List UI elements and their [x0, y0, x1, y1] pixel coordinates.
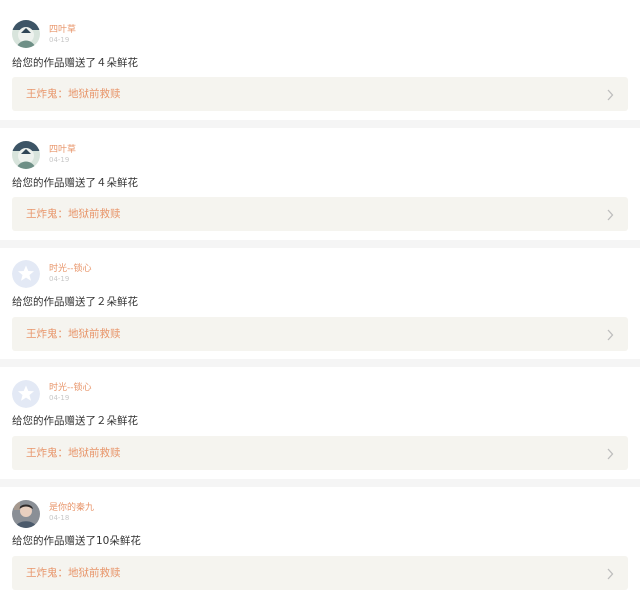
- work-link[interactable]: 王炸鬼：地狱前救赎: [12, 556, 628, 590]
- gift-message: 给您的作品赠送了４朵鲜花: [12, 57, 138, 69]
- work-title: 王炸鬼：地狱前救赎: [26, 208, 121, 220]
- clover-avatar-icon: [12, 20, 40, 48]
- work-title: 王炸鬼：地狱前救赎: [26, 447, 121, 459]
- gift-message: 给您的作品赠送了10朵鲜花: [12, 535, 141, 547]
- work-title: 王炸鬼：地狱前救赎: [26, 567, 121, 579]
- user-avatar[interactable]: [12, 500, 40, 528]
- default-star-avatar-icon: [12, 260, 40, 288]
- date: 04-19: [49, 156, 70, 164]
- default-star-avatar-icon: [12, 380, 40, 408]
- username[interactable]: 四叶草: [49, 145, 76, 156]
- notification-card: 时光--锁心 04-19 给您的作品赠送了２朵鲜花 王炸鬼：地狱前救赎: [0, 367, 640, 479]
- work-link[interactable]: 王炸鬼：地狱前救赎: [12, 77, 628, 111]
- date: 04-19: [49, 275, 70, 283]
- chevron-right-icon: [607, 89, 614, 101]
- work-title: 王炸鬼：地狱前救赎: [26, 88, 121, 100]
- date: 04-18: [49, 514, 70, 522]
- notification-card: 时光--锁心 04-19 给您的作品赠送了２朵鲜花 王炸鬼：地狱前救赎: [0, 248, 640, 359]
- work-link[interactable]: 王炸鬼：地狱前救赎: [12, 197, 628, 231]
- user-avatar[interactable]: [12, 380, 40, 408]
- username[interactable]: 是你的秦九: [49, 503, 94, 514]
- user-avatar[interactable]: [12, 20, 40, 48]
- chevron-right-icon: [607, 329, 614, 341]
- username[interactable]: 四叶草: [49, 25, 76, 36]
- user-avatar[interactable]: [12, 141, 40, 169]
- work-title: 王炸鬼：地狱前救赎: [26, 328, 121, 340]
- photo-avatar-icon: [12, 500, 40, 528]
- username[interactable]: 时光--锁心: [49, 383, 92, 394]
- divider: [0, 120, 640, 128]
- gift-message: 给您的作品赠送了４朵鲜花: [12, 177, 138, 189]
- notification-feed: 四叶草 04-19 给您的作品赠送了４朵鲜花 王炸鬼：地狱前救赎 四叶草 04-…: [0, 0, 640, 597]
- work-link[interactable]: 王炸鬼：地狱前救赎: [12, 317, 628, 351]
- user-avatar[interactable]: [12, 260, 40, 288]
- chevron-right-icon: [607, 209, 614, 221]
- divider: [0, 240, 640, 248]
- clover-avatar-icon: [12, 141, 40, 169]
- date: 04-19: [49, 36, 70, 44]
- gift-message: 给您的作品赠送了２朵鲜花: [12, 415, 138, 427]
- work-link[interactable]: 王炸鬼：地狱前救赎: [12, 436, 628, 470]
- notification-card: 是你的秦九 04-18 给您的作品赠送了10朵鲜花 王炸鬼：地狱前救赎: [0, 487, 640, 597]
- date: 04-19: [49, 394, 70, 402]
- gift-message: 给您的作品赠送了２朵鲜花: [12, 296, 138, 308]
- chevron-right-icon: [607, 568, 614, 580]
- username[interactable]: 时光--锁心: [49, 264, 92, 275]
- chevron-right-icon: [607, 448, 614, 460]
- divider: [0, 359, 640, 367]
- notification-card: 四叶草 04-19 给您的作品赠送了４朵鲜花 王炸鬼：地狱前救赎: [0, 0, 640, 120]
- notification-card: 四叶草 04-19 给您的作品赠送了４朵鲜花 王炸鬼：地狱前救赎: [0, 128, 640, 240]
- divider: [0, 479, 640, 487]
